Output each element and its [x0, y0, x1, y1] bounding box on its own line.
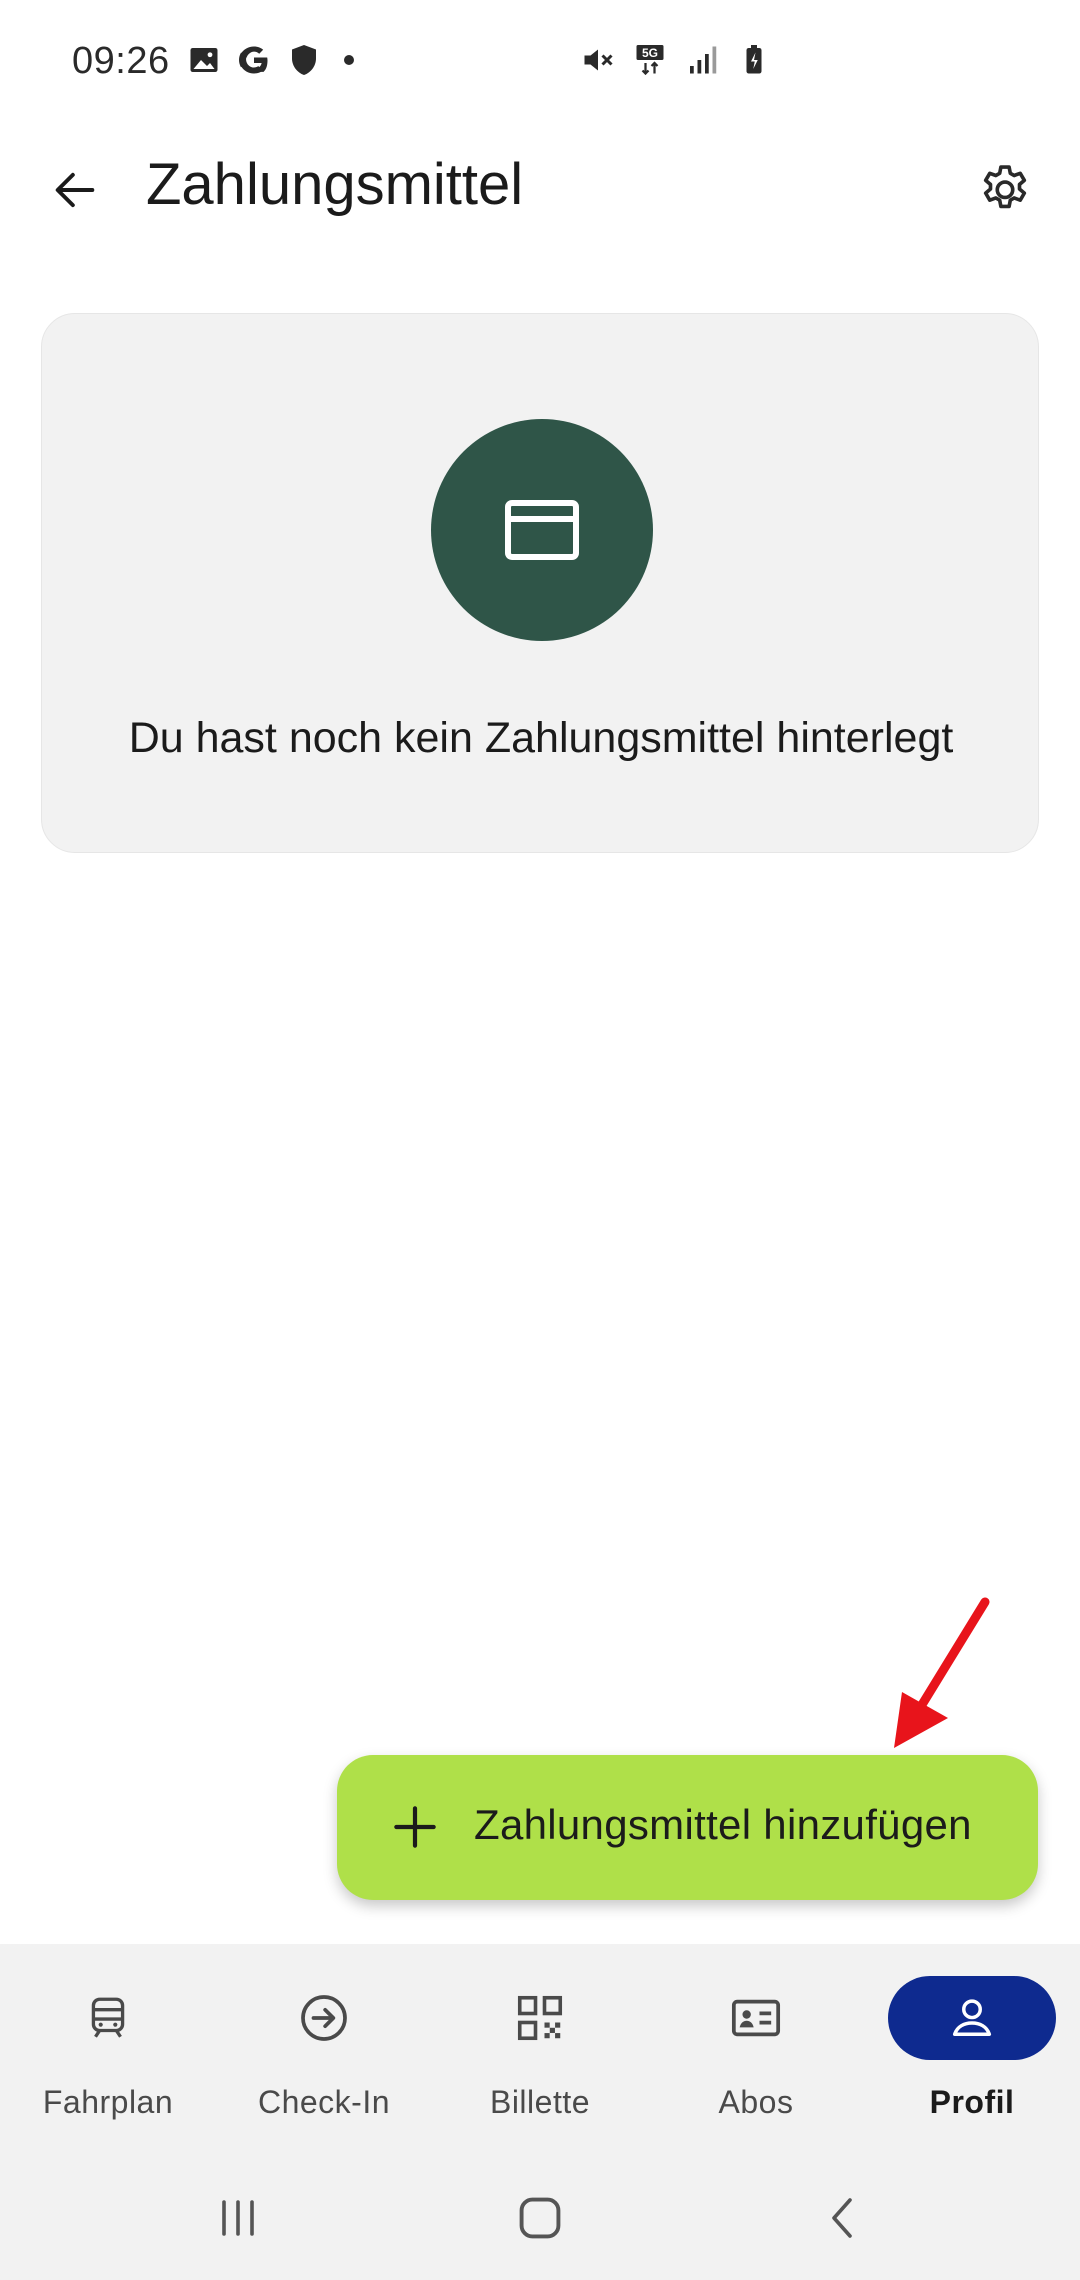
nav-label-fahrplan: Fahrplan [42, 2084, 174, 2120]
bottom-navigation: Fahrplan Check-In Billette Abos Profil [0, 1944, 1080, 2156]
status-bar: 09:26 5G [0, 0, 1080, 125]
app-bar: Zahlungsmittel [0, 125, 1080, 255]
gear-icon [983, 165, 1027, 209]
nav-item-abos[interactable]: Abos [648, 1944, 864, 2156]
nav-item-profil[interactable]: Profil [864, 1944, 1080, 2156]
nav-item-billette[interactable]: Billette [432, 1944, 648, 2156]
empty-state-message: Du hast noch kein Zahlungsmittel hinterl… [128, 714, 954, 762]
nav-label-profil: Profil [929, 2084, 1015, 2120]
notification-dot [344, 55, 354, 65]
nav-label-billette: Billette [489, 2084, 591, 2120]
image-icon [186, 42, 222, 78]
id-card-icon [731, 1999, 781, 2037]
person-icon [952, 1999, 992, 2036]
arrow-circle-icon [301, 1995, 347, 2041]
system-navigation-bar [0, 2156, 1080, 2280]
nav-item-check-in[interactable]: Check-In [216, 1944, 432, 2156]
add-payment-method-button[interactable]: Zahlungsmittel hinzufügen [337, 1755, 1038, 1900]
qr-code-icon [517, 1995, 563, 2041]
network-label: 5G [642, 46, 658, 60]
nav-item-fahrplan[interactable]: Fahrplan [0, 1944, 216, 2156]
settings-button[interactable] [970, 155, 1040, 225]
empty-state-icon-circle [431, 419, 653, 641]
nav-label-abos: Abos [718, 2084, 794, 2120]
red-arrow-icon [894, 1597, 990, 1748]
nav-active-indicator [888, 1976, 1056, 2060]
shield-icon [286, 42, 322, 78]
back-icon [832, 2198, 852, 2238]
home-button[interactable] [508, 2186, 572, 2250]
arrow-left-icon [55, 172, 95, 208]
status-icons-right: 5G [580, 42, 772, 78]
recents-button[interactable] [206, 2186, 270, 2250]
mute-icon [580, 42, 616, 78]
train-icon [91, 1997, 125, 2038]
empty-state-card: Du hast noch kein Zahlungsmittel hinterl… [41, 313, 1039, 853]
signal-icon [684, 42, 720, 78]
battery-icon [736, 42, 772, 78]
nav-label-check-in: Check-In [257, 2084, 391, 2120]
home-icon [519, 2197, 561, 2239]
credit-card-icon [505, 500, 579, 560]
google-icon [236, 42, 272, 78]
fab-label: Zahlungsmittel hinzufügen [474, 1801, 972, 1848]
recents-icon [222, 2200, 254, 2236]
status-time: 09:26 [72, 40, 170, 82]
status-icons-left [186, 42, 354, 78]
back-button[interactable] [40, 155, 110, 225]
system-back-button[interactable] [812, 2186, 876, 2250]
plus-icon [394, 1806, 436, 1848]
5g-icon: 5G [632, 42, 668, 78]
page-title: Zahlungsmittel [146, 152, 524, 217]
